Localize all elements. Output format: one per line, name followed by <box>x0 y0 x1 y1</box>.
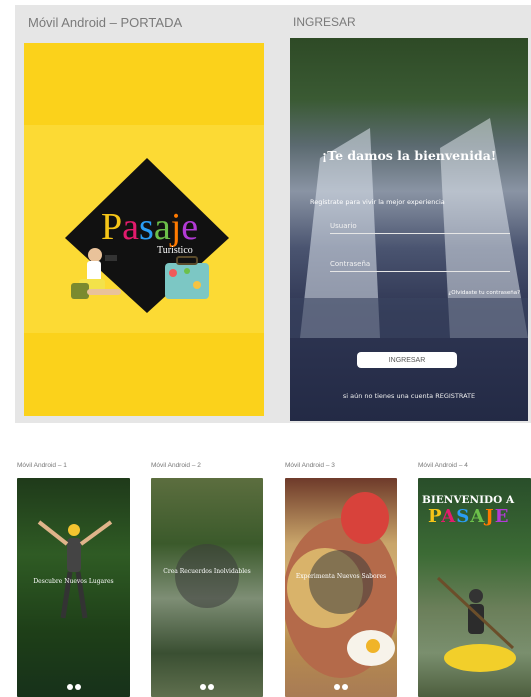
zipline-photo <box>37 520 113 619</box>
onboarding-slide-1[interactable]: Descubre Nuevos Lugares <box>17 478 130 697</box>
pager-dots <box>17 675 130 694</box>
pasaje-logo: Pasaje Turistico <box>65 158 229 313</box>
onboarding-slide-4[interactable]: BIENVENIDO A PASAJE <box>418 478 531 697</box>
register-subtitle: Regístrate para vivir la mejor experienc… <box>310 198 445 206</box>
artboard-canvas: Móvil Android – PORTADA INGRESAR Pasaje … <box>15 5 531 423</box>
frame-label-portada: Móvil Android – PORTADA <box>28 15 183 30</box>
login-button[interactable]: INGRESAR <box>357 352 457 368</box>
welcome-title: ¡Te damos la bienvenida! <box>321 148 497 163</box>
caption-circle <box>175 544 239 608</box>
slide-2-caption: Crea Recuerdos Inolvidables <box>163 568 251 575</box>
frame-label-ingresar: INGRESAR <box>293 15 356 29</box>
register-link[interactable]: si aún no tienes una cuenta REGISTRATE <box>290 392 528 400</box>
caption-circle <box>309 550 373 614</box>
slide-label-4: Móvil Android – 4 <box>418 462 468 469</box>
slide-1-caption: Descubre Nuevos Lugares <box>33 578 114 585</box>
password-input[interactable] <box>330 256 510 272</box>
slide-3-caption: Experimenta Nuevos Sabores <box>295 573 387 580</box>
suitcase-illustration <box>165 256 209 299</box>
login-screen: ¡Te damos la bienvenida! Regístrate para… <box>290 38 528 421</box>
logo-letter: Pasaje <box>101 206 198 248</box>
pager-dots <box>285 675 397 694</box>
username-input[interactable] <box>330 218 510 234</box>
kayak-photo <box>436 576 516 672</box>
onboarding-slide-2[interactable]: Crea Recuerdos Inolvidables <box>151 478 263 697</box>
slide-label-1: Móvil Android – 1 <box>17 462 67 469</box>
onboarding-slide-3[interactable]: Experimenta Nuevos Sabores <box>285 478 397 697</box>
slide-label-2: Móvil Android – 2 <box>151 462 201 469</box>
slide-label-3: Móvil Android – 3 <box>285 462 335 469</box>
logo-subtext: Turistico <box>157 245 193 256</box>
portada-screen[interactable]: Pasaje Turistico <box>24 43 264 416</box>
pager-dots <box>151 675 263 694</box>
forgot-password-link[interactable]: ¿Olvidaste tu contraseña? <box>448 290 520 296</box>
